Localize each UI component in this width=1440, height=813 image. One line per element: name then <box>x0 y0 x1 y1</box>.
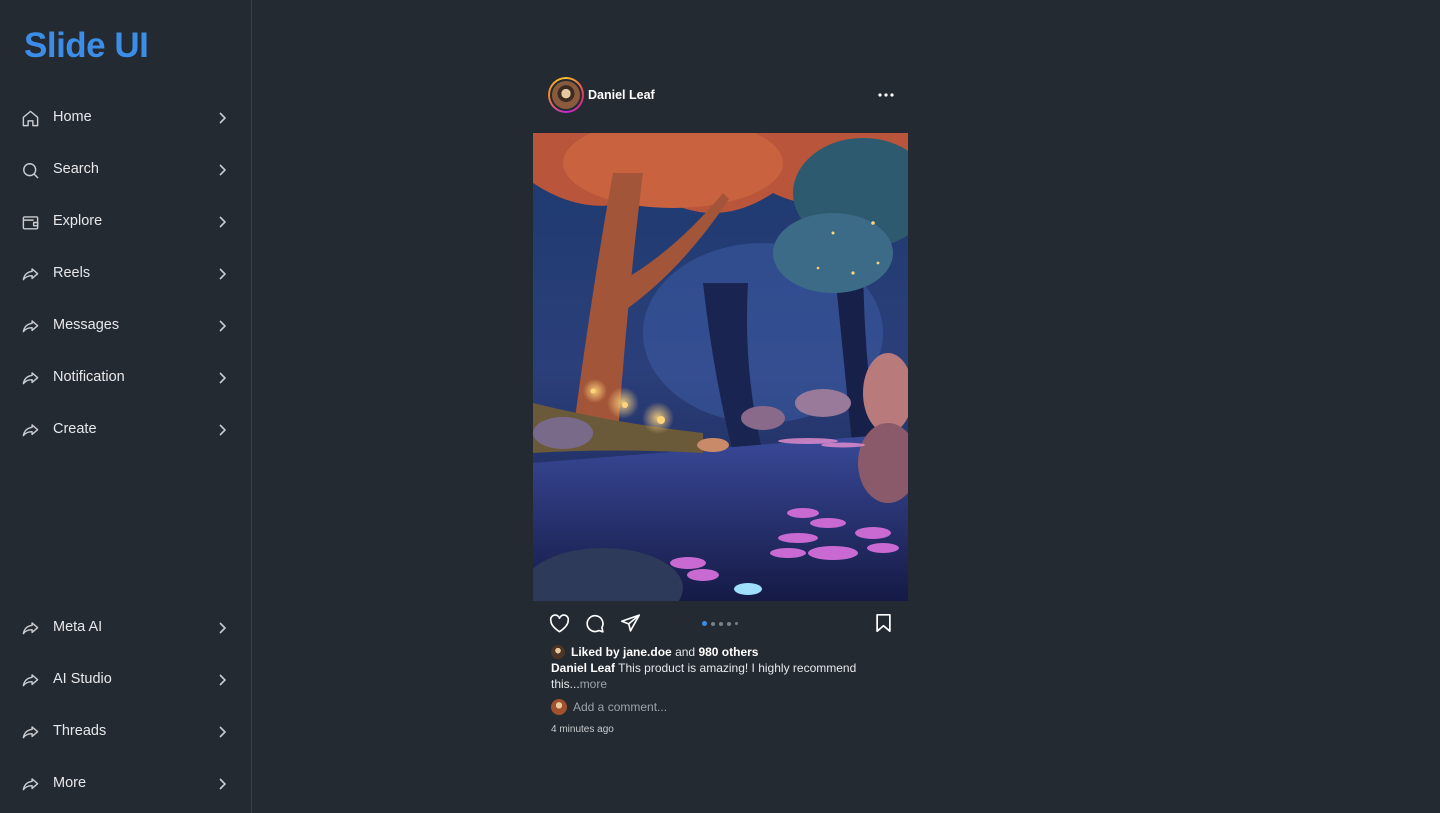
share-arrow-icon <box>20 316 40 336</box>
sidebar-item-label: Create <box>53 421 97 437</box>
post-username[interactable]: Daniel Leaf <box>588 88 655 102</box>
comment-input[interactable] <box>573 700 823 714</box>
sidebar: Slide UI Home Search Explore Reels Messa… <box>0 0 252 813</box>
app-logo[interactable]: Slide UI <box>24 26 149 66</box>
sidebar-item-messages[interactable]: Messages <box>0 306 251 346</box>
chevron-right-icon <box>215 776 229 792</box>
home-icon <box>20 108 40 128</box>
chevron-right-icon <box>215 422 229 438</box>
comment-icon[interactable] <box>583 612 605 634</box>
chevron-right-icon <box>215 110 229 126</box>
post-actions <box>533 612 908 634</box>
caption-more-link[interactable]: more <box>580 677 607 691</box>
sidebar-item-create[interactable]: Create <box>0 410 251 450</box>
sidebar-item-reels[interactable]: Reels <box>0 254 251 294</box>
chevron-right-icon <box>215 620 229 636</box>
like-heart-icon[interactable] <box>548 612 570 634</box>
feed-post: Daniel Leaf Liked by jane.doe and 980 ot… <box>533 76 908 735</box>
sidebar-item-search[interactable]: Search <box>0 150 251 190</box>
carousel-dot <box>719 621 723 626</box>
sidebar-item-label: AI Studio <box>53 671 112 687</box>
carousel-dot <box>711 621 715 626</box>
likes-others[interactable]: 980 others <box>698 645 758 659</box>
story-ring[interactable] <box>548 77 584 113</box>
chevron-right-icon <box>215 214 229 230</box>
sidebar-item-threads[interactable]: Threads <box>0 712 251 752</box>
chevron-right-icon <box>215 318 229 334</box>
carousel-indicator <box>702 621 738 626</box>
bookmark-icon[interactable] <box>872 612 894 634</box>
sidebar-item-ai-studio[interactable]: AI Studio <box>0 660 251 700</box>
chevron-right-icon <box>215 672 229 688</box>
sidebar-item-more[interactable]: More <box>0 764 251 804</box>
avatar <box>551 645 565 659</box>
explore-icon <box>20 212 40 232</box>
sidebar-item-home[interactable]: Home <box>0 98 251 138</box>
likes-joiner: and <box>675 645 696 659</box>
post-caption: Daniel Leaf This product is amazing! I h… <box>551 660 891 692</box>
sidebar-item-label: Messages <box>53 317 120 333</box>
likes-prefix: Liked by <box>571 645 620 659</box>
share-arrow-icon <box>20 722 40 742</box>
carousel-dot <box>735 622 738 625</box>
sidebar-item-label: Meta AI <box>53 619 103 635</box>
post-timestamp: 4 minutes ago <box>551 724 614 735</box>
post-header: Daniel Leaf <box>533 76 908 116</box>
likes-summary: Liked by jane.doe and 980 others <box>551 644 758 660</box>
send-icon[interactable] <box>619 612 641 634</box>
share-arrow-icon <box>20 420 40 440</box>
chevron-right-icon <box>215 724 229 740</box>
chevron-right-icon <box>215 266 229 282</box>
sidebar-item-explore[interactable]: Explore <box>0 202 251 242</box>
search-icon <box>20 160 40 180</box>
carousel-dot <box>727 621 731 626</box>
likes-user[interactable]: jane.doe <box>623 645 672 659</box>
post-image[interactable] <box>533 133 908 601</box>
avatar <box>550 79 582 111</box>
avatar <box>551 699 567 715</box>
sidebar-item-label: Search <box>53 161 99 177</box>
sidebar-item-label: Threads <box>53 723 107 739</box>
sidebar-item-notification[interactable]: Notification <box>0 358 251 398</box>
chevron-right-icon <box>215 162 229 178</box>
sidebar-item-label: Home <box>53 109 92 125</box>
share-arrow-icon <box>20 368 40 388</box>
sidebar-item-label: Notification <box>53 369 125 385</box>
share-arrow-icon <box>20 618 40 638</box>
sidebar-item-meta-ai[interactable]: Meta AI <box>0 608 251 648</box>
sidebar-item-label: Reels <box>53 265 91 281</box>
sidebar-item-label: Explore <box>53 213 103 229</box>
comment-row <box>551 699 823 715</box>
share-arrow-icon <box>20 264 40 284</box>
caption-author[interactable]: Daniel Leaf <box>551 661 615 675</box>
carousel-dot <box>702 621 707 626</box>
share-arrow-icon <box>20 670 40 690</box>
sidebar-item-label: More <box>53 775 87 791</box>
more-options-icon[interactable] <box>877 86 895 104</box>
chevron-right-icon <box>215 370 229 386</box>
share-arrow-icon <box>20 774 40 794</box>
